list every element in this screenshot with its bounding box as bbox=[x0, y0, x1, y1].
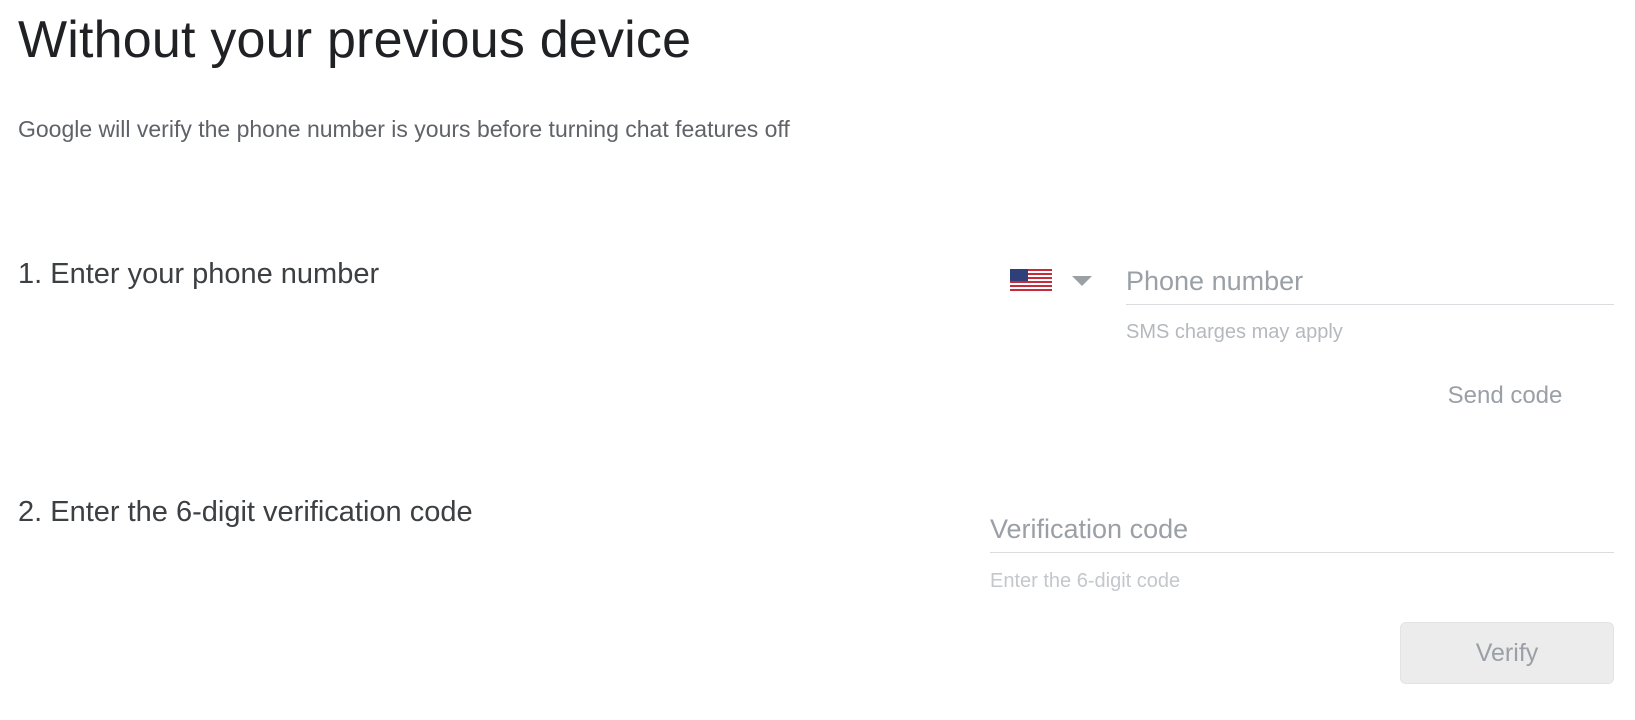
caret-down-icon bbox=[1072, 276, 1092, 286]
phone-number-input[interactable] bbox=[1126, 258, 1614, 304]
step1-label: 1. Enter your phone number bbox=[18, 258, 380, 290]
verify-button[interactable]: Verify bbox=[1400, 622, 1614, 684]
verification-code-field[interactable] bbox=[990, 506, 1614, 553]
send-code-button[interactable]: Send code bbox=[1430, 374, 1580, 418]
step2-label: 2. Enter the 6-digit verification code bbox=[18, 496, 473, 528]
country-selector[interactable] bbox=[1010, 266, 1100, 296]
verification-code-input[interactable] bbox=[990, 506, 1614, 552]
us-flag-icon bbox=[1010, 269, 1052, 293]
page-title: Without your previous device bbox=[18, 11, 692, 69]
phone-number-field[interactable] bbox=[1126, 258, 1614, 305]
phone-helper-text: SMS charges may apply bbox=[1126, 321, 1343, 343]
page-subtitle: Google will verify the phone number is y… bbox=[18, 116, 790, 142]
code-helper-text: Enter the 6-digit code bbox=[990, 570, 1181, 592]
